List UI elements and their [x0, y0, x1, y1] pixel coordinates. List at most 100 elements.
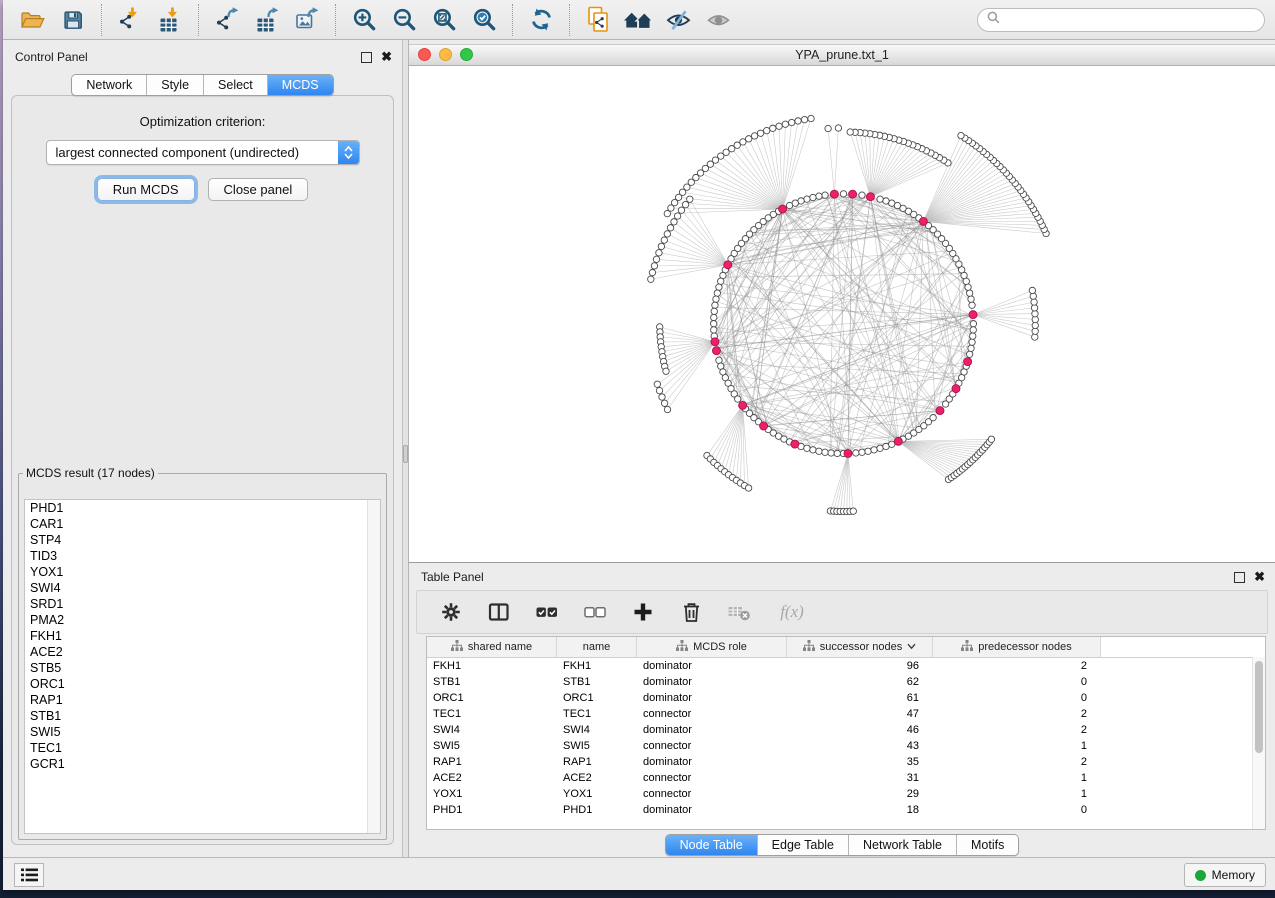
mcds-node-item[interactable]: TEC1	[25, 740, 380, 756]
deselect-all-icon[interactable]	[583, 600, 607, 624]
refresh-icon[interactable]	[525, 4, 557, 36]
mcds-result-list[interactable]: PHD1CAR1STP4TID3YOX1SWI4SRD1PMA2FKH1ACE2…	[24, 499, 381, 834]
cell-shared_name: FKH1	[427, 658, 557, 674]
close-panel-button[interactable]: Close panel	[208, 178, 309, 201]
mcds-node-item[interactable]: GCR1	[25, 756, 380, 772]
column-header-MCDS-role[interactable]: MCDS role	[637, 637, 787, 657]
export-network-icon[interactable]	[211, 4, 243, 36]
toolbar-separator	[198, 4, 199, 36]
mcds-node-item[interactable]: SWI4	[25, 580, 380, 596]
column-header-name[interactable]: name	[557, 637, 637, 657]
mcds-node-item[interactable]: ACE2	[25, 644, 380, 660]
import-table-icon[interactable]	[154, 4, 186, 36]
main-toolbar	[3, 0, 1275, 40]
export-table-icon[interactable]	[251, 4, 283, 36]
table-row-ACE2[interactable]: ACE2ACE2connector311	[427, 770, 1265, 786]
optimization-criterion-select[interactable]: largest connected component (undirected)	[46, 140, 360, 165]
cell-mcds_role: dominator	[637, 658, 787, 674]
table-row-STB1[interactable]: STB1STB1dominator620	[427, 674, 1265, 690]
tab-network-table[interactable]: Network Table	[848, 835, 956, 855]
table-row-RAP1[interactable]: RAP1RAP1dominator352	[427, 754, 1265, 770]
mcds-node-item[interactable]: STB1	[25, 708, 380, 724]
memory-label: Memory	[1212, 868, 1255, 882]
mcds-node-item[interactable]: RAP1	[25, 692, 380, 708]
cell-mcds_role: dominator	[637, 802, 787, 818]
mcds-node-item[interactable]: FKH1	[25, 628, 380, 644]
zoom-fit-icon[interactable]	[428, 4, 460, 36]
search-input[interactable]	[1006, 12, 1255, 28]
settings-icon[interactable]	[439, 600, 463, 624]
home-icon[interactable]	[622, 4, 654, 36]
cell-shared_name: TEC1	[427, 706, 557, 722]
table-row-TEC1[interactable]: TEC1TEC1connector472	[427, 706, 1265, 722]
tab-style[interactable]: Style	[146, 75, 203, 95]
clone-network-icon[interactable]	[582, 4, 614, 36]
network-window-titlebar[interactable]: YPA_prune.txt_1	[409, 44, 1275, 66]
table-row-SWI5[interactable]: SWI5SWI5connector431	[427, 738, 1265, 754]
table-row-PHD1[interactable]: PHD1PHD1dominator180	[427, 802, 1265, 818]
zoom-selected-icon[interactable]	[468, 4, 500, 36]
cell-predecessor_nodes: 1	[933, 786, 1101, 802]
open-session-icon[interactable]	[17, 4, 49, 36]
close-panel-icon[interactable]: ✖	[381, 52, 392, 62]
cell-predecessor_nodes: 2	[933, 706, 1101, 722]
cell-predecessor_nodes: 1	[933, 770, 1101, 786]
cell-shared_name: ACE2	[427, 770, 557, 786]
run-mcds-button[interactable]: Run MCDS	[97, 178, 195, 201]
toolbar-separator	[569, 4, 570, 36]
vertical-splitter[interactable]	[402, 40, 409, 858]
tab-edge-table[interactable]: Edge Table	[757, 835, 848, 855]
show-all-icon[interactable]	[702, 4, 734, 36]
task-history-button[interactable]	[14, 863, 44, 887]
import-network-icon[interactable]	[114, 4, 146, 36]
table-row-YOX1[interactable]: YOX1YOX1connector291	[427, 786, 1265, 802]
delete-column-icon[interactable]	[679, 600, 703, 624]
tab-motifs[interactable]: Motifs	[956, 835, 1018, 855]
mcds-node-item[interactable]: YOX1	[25, 564, 380, 580]
zoom-in-icon[interactable]	[348, 4, 380, 36]
table-row-ORC1[interactable]: ORC1ORC1dominator610	[427, 690, 1265, 706]
table-panel-tabs: Node TableEdge TableNetwork TableMotifs	[665, 834, 1020, 856]
tab-node-table[interactable]: Node Table	[666, 835, 757, 855]
float-panel-icon[interactable]	[361, 52, 372, 63]
mcds-node-item[interactable]: PMA2	[25, 612, 380, 628]
tab-select[interactable]: Select	[203, 75, 267, 95]
close-table-panel-icon[interactable]: ✖	[1254, 572, 1265, 582]
node-table: shared namenameMCDS rolesuccessor nodesp…	[426, 636, 1266, 830]
mcds-node-item[interactable]: TID3	[25, 548, 380, 564]
mcds-node-item[interactable]: PHD1	[25, 500, 380, 516]
table-row-FKH1[interactable]: FKH1FKH1dominator962	[427, 658, 1265, 674]
float-table-panel-icon[interactable]	[1234, 572, 1245, 583]
network-canvas[interactable]	[409, 66, 1275, 562]
column-header-predecessor-nodes[interactable]: predecessor nodes	[933, 637, 1101, 657]
tab-network[interactable]: Network	[72, 75, 146, 95]
table-scrollbar[interactable]	[1252, 657, 1265, 829]
column-header-shared-name[interactable]: shared name	[427, 637, 557, 657]
column-header-successor-nodes[interactable]: successor nodes	[787, 637, 933, 657]
mcds-node-item[interactable]: STB5	[25, 660, 380, 676]
mcds-node-item[interactable]: STP4	[25, 532, 380, 548]
table-scrollbar-thumb[interactable]	[1255, 661, 1263, 753]
add-column-icon[interactable]	[631, 600, 655, 624]
table-row-SWI4[interactable]: SWI4SWI4dominator462	[427, 722, 1265, 738]
cell-predecessor_nodes: 1	[933, 738, 1101, 754]
cell-predecessor_nodes: 2	[933, 754, 1101, 770]
list-scrollbar-track[interactable]	[367, 500, 380, 833]
save-session-icon[interactable]	[57, 4, 89, 36]
splitter-grip[interactable]	[403, 445, 408, 463]
memory-button[interactable]: Memory	[1184, 863, 1266, 887]
mcds-node-item[interactable]: CAR1	[25, 516, 380, 532]
search-box[interactable]	[977, 8, 1265, 32]
show-columns-icon[interactable]	[487, 600, 511, 624]
cell-mcds_role: dominator	[637, 674, 787, 690]
hide-selected-icon[interactable]	[662, 4, 694, 36]
export-image-icon[interactable]	[291, 4, 323, 36]
cytoscape-window: Control Panel ✖ NetworkStyleSelectMCDS O…	[3, 0, 1275, 890]
mcds-node-item[interactable]: SWI5	[25, 724, 380, 740]
mcds-node-item[interactable]: SRD1	[25, 596, 380, 612]
zoom-out-icon[interactable]	[388, 4, 420, 36]
cell-shared_name: SWI5	[427, 738, 557, 754]
tab-mcds[interactable]: MCDS	[267, 75, 333, 95]
select-all-icon[interactable]	[535, 600, 559, 624]
mcds-node-item[interactable]: ORC1	[25, 676, 380, 692]
